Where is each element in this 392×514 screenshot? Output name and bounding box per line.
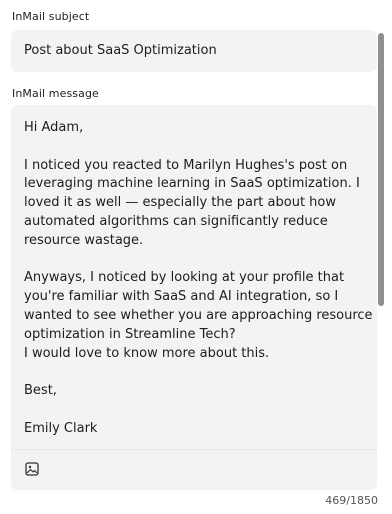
image-icon[interactable] (23, 460, 41, 478)
scrollbar[interactable] (378, 33, 384, 306)
message-label: InMail message (12, 87, 99, 100)
message-text[interactable]: Hi Adam, I noticed you reacted to Marily… (24, 119, 374, 439)
message-field[interactable]: Hi Adam, I noticed you reacted to Marily… (11, 105, 377, 490)
subject-field[interactable]: Post about SaaS Optimization (11, 30, 377, 72)
subject-label: InMail subject (12, 10, 90, 23)
character-counter: 469/1850 (325, 494, 378, 507)
message-toolbar (11, 449, 377, 490)
